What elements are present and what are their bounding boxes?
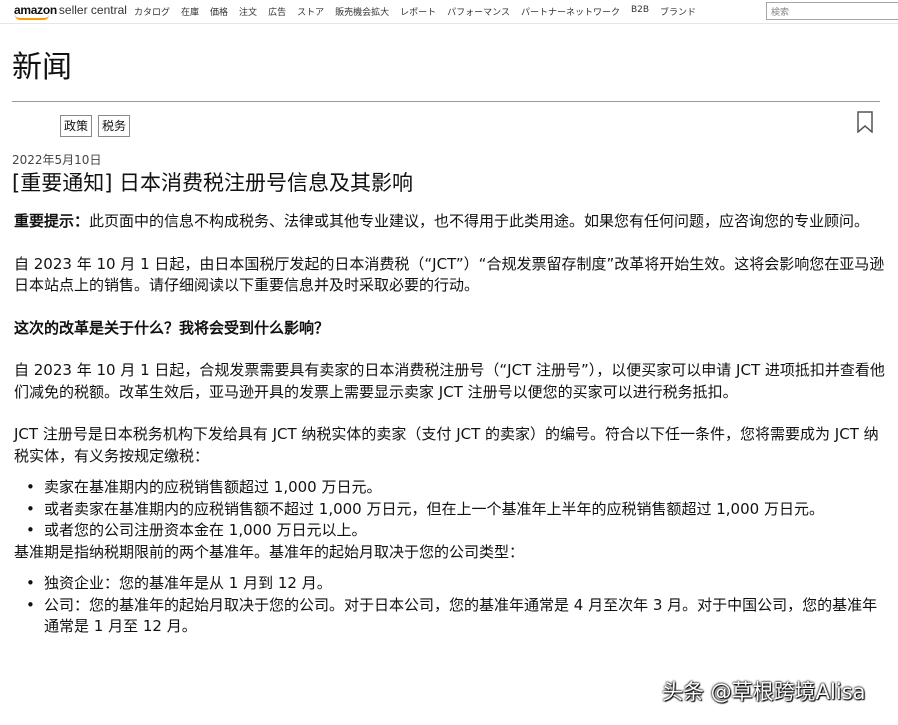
nav-item-reports[interactable]: レポート	[400, 5, 436, 18]
disclaimer-paragraph: 重要提示：此页面中的信息不构成税务、法律或其他专业建议，也不得用于此类用途。如果…	[14, 211, 888, 233]
disclaimer-text: 此页面中的信息不构成税务、法律或其他专业建议，也不得用于此类用途。如果您有任何问…	[89, 212, 870, 230]
top-navigation-bar: amazon seller central カタログ 在庫 価格 注文 広告 スト…	[0, 0, 898, 24]
page-title: 新闻	[12, 50, 72, 85]
nav-item-inventory[interactable]: 在庫	[181, 5, 199, 18]
section-heading: 这次的改革是关于什么？我将会受到什么影响？	[14, 318, 888, 340]
list-item: 或者您的公司注册资本金在 1,000 万日元以上。	[14, 520, 888, 542]
amazon-seller-central-logo[interactable]: amazon seller central	[14, 3, 127, 20]
watermark: 头条 @草根跨境Alisa	[662, 680, 866, 704]
company-type-list: 独资企业：您的基准年是从 1 月到 12 月。 公司：您的基准年的起始月取决于您…	[14, 573, 888, 638]
disclaimer-label: 重要提示：	[14, 212, 90, 230]
article-title: [重要通知] 日本消费税注册号信息及其影响	[12, 171, 414, 195]
nav-item-orders[interactable]: 注文	[239, 5, 257, 18]
bookmark-icon[interactable]	[856, 111, 874, 133]
nav-item-performance[interactable]: パフォーマンス	[447, 5, 510, 18]
amazon-smile-icon	[15, 15, 49, 20]
nav-item-catalog[interactable]: カタログ	[134, 5, 170, 18]
base-period-paragraph: 基准期是指纳税期限前的两个基准年。基准年的起始月取决于您的公司类型：	[14, 542, 525, 561]
article-body: 重要提示：此页面中的信息不构成税务、法律或其他专业建议，也不得用于此类用途。如果…	[14, 211, 888, 638]
list-item: 卖家在基准期内的应税销售额超过 1,000 万日元。	[14, 477, 888, 499]
search-input[interactable]: 検索	[766, 2, 898, 20]
main-nav-menu: カタログ 在庫 価格 注文 広告 ストア 販売機会拡大 レポート パフォーマンス…	[134, 5, 696, 18]
nav-item-partner-network[interactable]: パートナーネットワーク	[521, 5, 620, 18]
taxable-conditions-list: 卖家在基准期内的应税销售额超过 1,000 万日元。 或者卖家在基准期内的应税销…	[14, 477, 888, 542]
tag-policy[interactable]: 政策	[60, 115, 93, 137]
reform-paragraph: 自 2023 年 10 月 1 日起，合规发票需要具有卖家的日本消费税注册号（“…	[14, 361, 885, 401]
nav-item-pricing[interactable]: 価格	[210, 5, 228, 18]
list-item: 或者卖家在基准期内的应税销售额不超过 1,000 万日元，但在上一个基准年上半年…	[14, 499, 888, 521]
nav-item-growth[interactable]: 販売機会拡大	[335, 5, 389, 18]
tag-list: 政策 税务	[60, 115, 131, 137]
list-item: 独资企业：您的基准年是从 1 月到 12 月。	[14, 573, 888, 595]
intro-paragraph: 自 2023 年 10 月 1 日起，由日本国税厅发起的日本消费税（“JCT”）…	[14, 254, 885, 295]
nav-item-advertising[interactable]: 広告	[268, 5, 286, 18]
nav-item-b2b[interactable]: B2B	[631, 5, 649, 18]
nav-item-brands[interactable]: ブランド	[660, 5, 696, 18]
section-heading-text: 这次的改革是关于什么？我将会受到什么影响？	[14, 318, 330, 337]
tag-tax[interactable]: 税务	[98, 115, 131, 137]
list-item: 公司：您的基准年的起始月取决于您的公司。对于日本公司，您的基准年通常是 4 月至…	[14, 595, 888, 638]
jct-number-paragraph: JCT 注册号是日本税务机构下发给具有 JCT 纳税实体的卖家（支付 JCT 的…	[14, 425, 879, 465]
nav-item-stores[interactable]: ストア	[297, 5, 324, 18]
publish-date: 2022年5月10日	[12, 153, 102, 167]
search-placeholder: 検索	[771, 8, 790, 18]
title-divider	[12, 101, 880, 102]
logo-seller-central-text: seller central	[58, 3, 127, 17]
